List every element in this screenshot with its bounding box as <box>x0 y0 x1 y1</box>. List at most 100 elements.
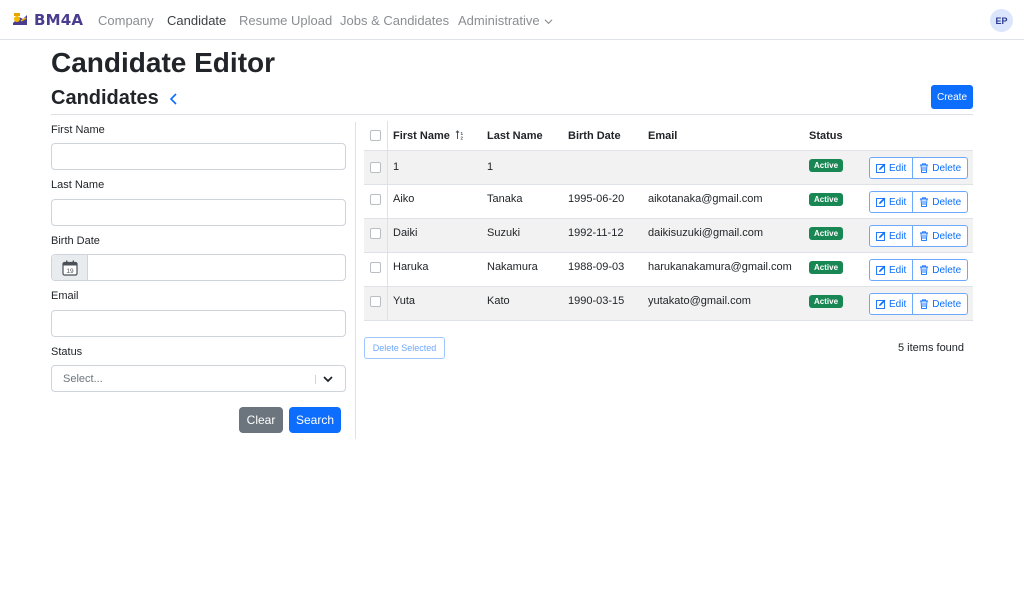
row-checkbox[interactable] <box>370 194 381 205</box>
brand-name: BM4A <box>34 11 84 29</box>
edit-button[interactable]: Edit <box>869 191 914 213</box>
status-badge: Active <box>809 193 844 206</box>
status-label: Status <box>51 346 83 358</box>
items-found-count: 5 items found <box>898 342 965 354</box>
cell-first-name: Yuta <box>393 295 416 307</box>
calendar-day-number: 19 <box>66 268 74 275</box>
cell-first-name: Aiko <box>393 193 415 205</box>
cell-first-name: Haruka <box>393 261 429 273</box>
brand[interactable]: BM4A <box>10 10 83 30</box>
header-first-name[interactable]: First Name 1 2 <box>393 130 465 142</box>
nav-jobs-candidates[interactable]: Jobs & Candidates <box>340 13 449 28</box>
row-checkbox[interactable] <box>370 296 381 307</box>
trash-icon <box>920 231 929 241</box>
edit-button[interactable]: Edit <box>869 293 914 315</box>
cell-last-name: Kato <box>487 295 510 307</box>
clear-button[interactable]: Clear <box>239 407 283 433</box>
table-row: Haruka Nakamura 1988-09-03 harukanakamur… <box>364 253 973 287</box>
cell-birth-date: 1990-03-15 <box>568 295 625 307</box>
cell-last-name: 1 <box>487 161 494 173</box>
cell-last-name: Tanaka <box>487 193 523 205</box>
first-name-label: First Name <box>51 124 105 136</box>
last-name-label: Last Name <box>51 179 105 191</box>
status-select-placeholder: Select... <box>63 373 103 385</box>
delete-selected-button[interactable]: Delete Selected <box>364 337 445 359</box>
edit-label: Edit <box>889 230 907 242</box>
nav-administrative[interactable]: Administrative <box>458 13 553 28</box>
svg-text:2: 2 <box>460 136 463 141</box>
edit-icon <box>876 265 886 275</box>
chevron-down-icon[interactable] <box>322 374 334 384</box>
search-button[interactable]: Search <box>289 407 341 433</box>
calendar-icon: 19 <box>61 260 78 276</box>
edit-icon <box>876 231 886 241</box>
cell-birth-date: 1995-06-20 <box>568 193 625 205</box>
status-badge: Active <box>809 227 844 240</box>
header-email[interactable]: Email <box>648 130 677 142</box>
sort-icon[interactable]: 12 <box>455 130 465 140</box>
column-separator <box>387 185 388 218</box>
user-avatar[interactable]: EP <box>990 9 1013 32</box>
row-checkbox[interactable] <box>370 228 381 239</box>
header-last-name[interactable]: Last Name <box>487 130 543 142</box>
chevron-down-icon <box>544 19 553 25</box>
nav-resume-upload[interactable]: Resume Upload <box>239 13 332 28</box>
edit-button[interactable]: Edit <box>869 259 914 281</box>
row-checkbox[interactable] <box>370 162 381 173</box>
delete-button[interactable]: Delete <box>913 293 969 315</box>
delete-button[interactable]: Delete <box>913 191 969 213</box>
edit-label: Edit <box>889 196 907 208</box>
last-name-input[interactable] <box>51 199 346 226</box>
header-status[interactable]: Status <box>809 130 843 142</box>
edit-button[interactable]: Edit <box>869 157 914 179</box>
delete-label: Delete <box>932 264 962 276</box>
trash-icon <box>920 197 929 207</box>
cell-birth-date: 1988-09-03 <box>568 261 625 273</box>
section-title: Candidates <box>51 87 180 110</box>
row-actions: Edit Delete <box>869 191 969 213</box>
status-badge: Active <box>809 295 844 308</box>
table-row: Aiko Tanaka 1995-06-20 aikotanaka@gmail.… <box>364 185 973 219</box>
first-name-input[interactable] <box>51 143 346 170</box>
column-separator <box>387 253 388 286</box>
calendar-button[interactable]: 19 <box>52 255 88 280</box>
column-separator <box>387 151 388 184</box>
delete-button[interactable]: Delete <box>913 259 969 281</box>
cell-last-name: Nakamura <box>487 261 538 273</box>
divider <box>51 114 973 115</box>
cell-birth-date: 1992-11-12 <box>568 227 624 239</box>
edit-label: Edit <box>889 264 907 276</box>
status-badge: Active <box>809 159 844 172</box>
column-separator <box>387 121 388 150</box>
row-actions: Edit Delete <box>869 157 969 179</box>
header-birth-date[interactable]: Birth Date <box>568 130 621 142</box>
cell-last-name: Suzuki <box>487 227 521 239</box>
create-button[interactable]: Create <box>931 85 973 109</box>
table-row: 1 1 Active Edit Delete <box>364 151 973 185</box>
email-input[interactable] <box>51 310 346 337</box>
delete-button[interactable]: Delete <box>913 157 969 179</box>
row-checkbox[interactable] <box>370 262 381 273</box>
status-select[interactable]: Select... <box>51 365 346 392</box>
delete-label: Delete <box>932 196 962 208</box>
delete-label: Delete <box>932 230 962 242</box>
row-actions: Edit Delete <box>869 225 969 247</box>
edit-label: Edit <box>889 162 907 174</box>
birth-date-field[interactable]: 19 <box>51 254 346 281</box>
nav-candidate[interactable]: Candidate <box>167 13 226 28</box>
nav-company[interactable]: Company <box>98 13 154 28</box>
trash-icon <box>920 163 929 173</box>
select-all-checkbox[interactable] <box>370 130 381 141</box>
chevron-left-icon[interactable] <box>168 92 180 106</box>
cell-first-name: Daiki <box>393 227 418 239</box>
edit-icon <box>876 197 886 207</box>
brand-logo-icon <box>13 13 27 25</box>
delete-button[interactable]: Delete <box>913 225 969 247</box>
cell-email: daikisuzuki@gmail.com <box>648 227 764 239</box>
cell-email: harukanakamura@gmail.com <box>648 261 792 273</box>
edit-button[interactable]: Edit <box>869 225 914 247</box>
top-navbar: BM4A Company Candidate Resume Upload Job… <box>0 0 1024 40</box>
trash-icon <box>920 265 929 275</box>
email-label: Email <box>51 290 79 302</box>
candidates-table: First Name 1 2 Last Name Birth Date Email … <box>364 121 973 321</box>
